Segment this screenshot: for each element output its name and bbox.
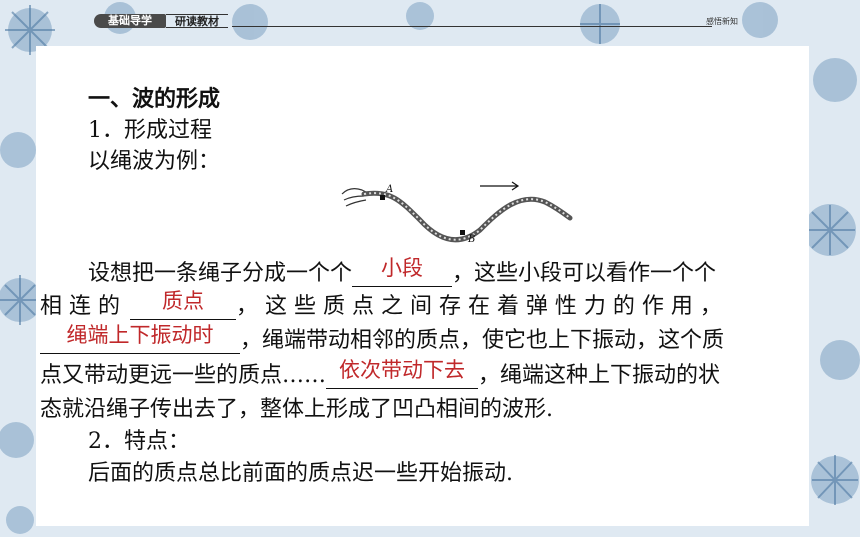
answer-3: 绳端上下振动时 [66, 323, 214, 347]
hand-icon [341, 188, 367, 207]
point-a-label: A [385, 184, 393, 195]
header-tag: 基础导学 研读教材 [94, 14, 234, 28]
point-b-label: B [467, 234, 475, 245]
answer-1: 小段 [381, 256, 424, 280]
blank-2: 质点 [130, 289, 236, 320]
paragraph-line-3: 绳端上下振动时 ，绳端带动相邻的质点，使它也上下振动，这个质 [40, 323, 724, 355]
subheading-features: 2．特点： [88, 429, 190, 454]
blank-4: 依次带动下去 [326, 358, 479, 389]
paragraph-line-5: 态就沿绳子传出去了，整体上形成了凹凸相间的波形. [40, 397, 553, 422]
header-tag-dark: 基础导学 [94, 14, 166, 28]
rope-wave-figure: A B [341, 181, 573, 245]
blank-3: 绳端上下振动时 [40, 323, 240, 354]
answer-4: 依次带动下去 [339, 358, 466, 382]
section-title: 一、波的形成 [88, 87, 221, 112]
blank-1: 小段 [352, 256, 453, 287]
point-b-marker [460, 230, 465, 235]
header-rule [232, 26, 712, 27]
propagation-arrow-icon [480, 181, 520, 191]
rope-wave [361, 190, 573, 243]
section-header-bar: 基础导学 研读教材 感悟新知 [58, 14, 758, 30]
point-a-marker [380, 195, 385, 200]
paragraph-line-1: 设想把一条绳子分成一个个 小段 ，这些小段可以看作一个个 [88, 256, 717, 287]
feature-text: 后面的质点总比前面的质点迟一些开始振动. [88, 461, 513, 486]
header-tag-light: 研读教材 [166, 14, 228, 28]
paragraph-line-4: 点又带动更远一些的质点…… 依次带动下去 ，绳端这种上下振动的状 [40, 358, 721, 389]
subheading-formation: 1．形成过程 [88, 118, 212, 143]
paragraph-line-2: 相 连 的质点， 这 些 质 点 之 间 存 在 着 弹 性 力 的 作 用 ， [40, 289, 722, 320]
answer-2: 质点 [162, 289, 204, 313]
header-right-note: 感悟新知 [706, 17, 738, 26]
example-intro: 以绳波为例： [88, 149, 221, 174]
